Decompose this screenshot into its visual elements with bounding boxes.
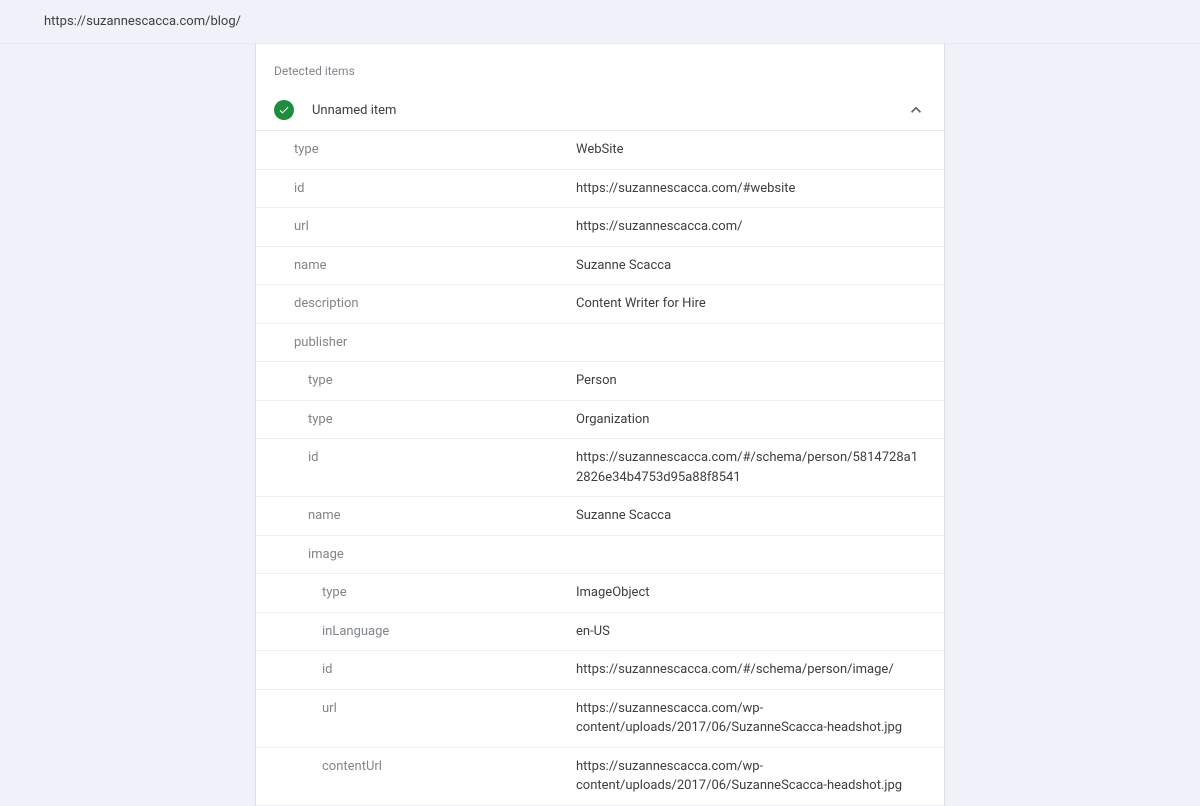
property-key: contentUrl [256,747,576,805]
table-row: urlhttps://suzannescacca.com/ [256,208,944,247]
property-key: type [256,131,576,169]
property-key: id [256,651,576,690]
property-key: image [256,535,576,574]
property-value [576,323,944,362]
property-key: name [256,497,576,536]
accordion-toggle[interactable]: Unnamed item [256,92,944,131]
property-key: inLanguage [256,612,576,651]
table-row: contentUrlhttps://suzannescacca.com/wp-c… [256,747,944,805]
property-key: url [256,689,576,747]
property-key: type [256,574,576,613]
table-row: typeWebSite [256,131,944,169]
property-value: ImageObject [576,574,944,613]
table-row: publisher [256,323,944,362]
table-row: descriptionContent Writer for Hire [256,285,944,324]
table-row: inLanguageen-US [256,612,944,651]
property-value: https://suzannescacca.com/ [576,208,944,247]
property-value: Content Writer for Hire [576,285,944,324]
property-value: Organization [576,400,944,439]
tested-url: https://suzannescacca.com/blog/ [0,0,1200,44]
property-value: https://suzannescacca.com/wp-content/upl… [576,747,944,805]
property-value: en-US [576,612,944,651]
detected-items-panel: Detected items Unnamed item typeWebSitei… [255,44,945,806]
accordion-title: Unnamed item [312,103,906,118]
property-value: Person [576,362,944,401]
table-row: nameSuzanne Scacca [256,246,944,285]
property-key: type [256,400,576,439]
property-value: WebSite [576,131,944,169]
property-value: https://suzannescacca.com/wp-content/upl… [576,689,944,747]
property-value: https://suzannescacca.com/#/schema/perso… [576,651,944,690]
property-key: publisher [256,323,576,362]
check-icon [274,100,294,120]
property-value: https://suzannescacca.com/#website [576,169,944,208]
property-key: id [256,439,576,497]
property-key: type [256,362,576,401]
table-row: image [256,535,944,574]
table-row: nameSuzanne Scacca [256,497,944,536]
property-key: description [256,285,576,324]
table-row: typeImageObject [256,574,944,613]
property-value: https://suzannescacca.com/#/schema/perso… [576,439,944,497]
table-row: idhttps://suzannescacca.com/#/schema/per… [256,651,944,690]
property-key: name [256,246,576,285]
table-row: idhttps://suzannescacca.com/#website [256,169,944,208]
chevron-up-icon [906,100,926,120]
table-row: idhttps://suzannescacca.com/#/schema/per… [256,439,944,497]
property-key: url [256,208,576,247]
property-value [576,535,944,574]
property-key: id [256,169,576,208]
property-value: Suzanne Scacca [576,246,944,285]
table-row: urlhttps://suzannescacca.com/wp-content/… [256,689,944,747]
property-value: Suzanne Scacca [576,497,944,536]
table-row: typeOrganization [256,400,944,439]
table-row: typePerson [256,362,944,401]
data-table: typeWebSiteidhttps://suzannescacca.com/#… [256,131,944,806]
section-label: Detected items [256,44,944,92]
